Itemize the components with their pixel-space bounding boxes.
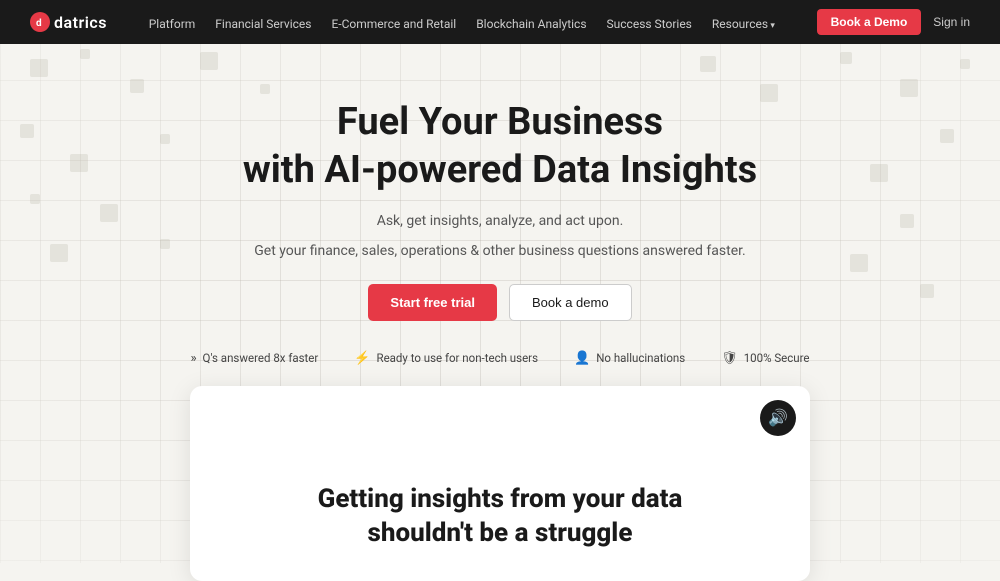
- video-card-text: Getting insights from your data shouldn'…: [318, 483, 683, 551]
- start-trial-button[interactable]: Start free trial: [368, 284, 497, 321]
- nav-item-resources[interactable]: Resources: [712, 13, 775, 32]
- hero-headline: Fuel Your Business with AI-powered Data …: [0, 99, 1000, 194]
- nav-item-success[interactable]: Success Stories: [607, 13, 692, 32]
- badge-secure: 🛡 100% Secure: [721, 351, 809, 366]
- logo[interactable]: d datrics: [30, 12, 107, 32]
- speed-icon: »: [190, 351, 196, 366]
- hero-subtext-1: Ask, get insights, analyze, and act upon…: [0, 210, 1000, 234]
- nav-item-financial[interactable]: Financial Services: [215, 13, 311, 32]
- badge-hallucinations: 👤 No hallucinations: [574, 351, 685, 366]
- hero-headline-line1: Fuel Your Business: [337, 100, 663, 144]
- signin-button[interactable]: Sign in: [933, 15, 970, 29]
- nav-link-success[interactable]: Success Stories: [607, 17, 692, 31]
- hero-subtext-2: Get your finance, sales, operations & ot…: [0, 240, 1000, 264]
- nav-item-ecommerce[interactable]: E-Commerce and Retail: [331, 13, 456, 32]
- badge-nontech: ⚡ Ready to use for non-tech users: [354, 351, 538, 366]
- hallucinations-icon: 👤: [574, 351, 590, 366]
- badge-hallucinations-label: No hallucinations: [596, 351, 685, 365]
- nav-link-financial[interactable]: Financial Services: [215, 17, 311, 31]
- nav-link-platform[interactable]: Platform: [149, 17, 196, 31]
- secure-icon: 🛡: [721, 351, 738, 366]
- nav-link-blockchain[interactable]: Blockchain Analytics: [476, 17, 586, 31]
- badge-speed: » Q's answered 8x faster: [190, 351, 318, 366]
- nav-link-ecommerce[interactable]: E-Commerce and Retail: [331, 17, 456, 31]
- nontech-icon: ⚡: [354, 351, 370, 366]
- book-demo-button[interactable]: Book a Demo: [817, 9, 922, 35]
- book-demo-hero-button[interactable]: Book a demo: [509, 284, 632, 321]
- logo-wordmark: datrics: [54, 13, 107, 32]
- badge-speed-label: Q's answered 8x faster: [203, 351, 319, 365]
- hero-buttons: Start free trial Book a demo: [0, 284, 1000, 321]
- video-card: 🔊 Getting insights from your data should…: [190, 386, 810, 581]
- sound-button[interactable]: 🔊: [760, 400, 796, 436]
- feature-badges: » Q's answered 8x faster ⚡ Ready to use …: [0, 351, 1000, 366]
- nav-right: Book a Demo Sign in: [817, 9, 970, 35]
- svg-text:d: d: [36, 18, 42, 29]
- nav-links: Platform Financial Services E-Commerce a…: [149, 13, 775, 32]
- navbar: d datrics Platform Financial Services E-…: [0, 0, 1000, 44]
- hero-section: Fuel Your Business with AI-powered Data …: [0, 44, 1000, 366]
- hero-headline-line2: with AI-powered Data Insights: [243, 148, 757, 192]
- badge-secure-label: 100% Secure: [744, 351, 810, 365]
- video-card-line2: shouldn't be a struggle: [368, 518, 633, 548]
- logo-icon: d: [30, 12, 50, 32]
- nav-item-platform[interactable]: Platform: [149, 13, 196, 32]
- badge-nontech-label: Ready to use for non-tech users: [376, 351, 538, 365]
- sound-icon: 🔊: [768, 408, 788, 427]
- nav-link-resources[interactable]: Resources: [712, 17, 775, 31]
- video-card-line1: Getting insights from your data: [318, 484, 683, 514]
- nav-item-blockchain[interactable]: Blockchain Analytics: [476, 13, 586, 32]
